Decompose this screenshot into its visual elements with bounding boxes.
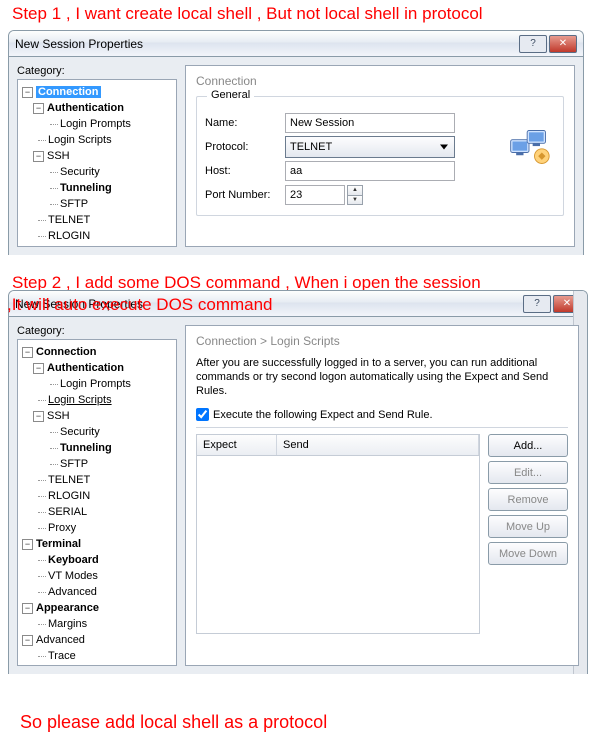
breadcrumb: Connection [196, 74, 564, 88]
execute-checkbox-row[interactable]: Execute the following Expect and Send Ru… [196, 408, 568, 421]
tree-item-sftp[interactable]: SFTP [60, 198, 88, 210]
tree-item-login-prompts[interactable]: Login Prompts [60, 378, 131, 390]
tree-item-advanced-top[interactable]: Advanced [36, 634, 85, 646]
tree-item-connection[interactable]: Connection [36, 86, 101, 98]
tree-item-advanced[interactable]: Advanced [48, 586, 97, 598]
tree-item-sftp[interactable]: SFTP [60, 458, 88, 470]
tree-item-rlogin[interactable]: RLOGIN [48, 490, 90, 502]
moveup-button[interactable]: Move Up [488, 515, 568, 538]
chevron-down-icon [440, 145, 448, 150]
edit-button[interactable]: Edit... [488, 461, 568, 484]
port-label: Port Number: [205, 189, 285, 201]
tree-item-ssh[interactable]: SSH [47, 150, 70, 162]
session-properties-dialog-1: New Session Properties ? ✕ Category: −Co… [8, 30, 584, 255]
breadcrumb: Connection > Login Scripts [196, 334, 568, 348]
category-tree[interactable]: −Connection −Authentication Login Prompt… [17, 79, 177, 247]
grid-body[interactable] [197, 456, 479, 633]
settings-pane: Connection > Login Scripts After you are… [185, 325, 579, 666]
column-expect[interactable]: Expect [197, 435, 277, 455]
help-button[interactable]: ? [519, 35, 547, 53]
tree-item-login-prompts[interactable]: Login Prompts [60, 118, 131, 130]
port-input[interactable]: 23 [285, 185, 345, 205]
tree-item-telnet[interactable]: TELNET [48, 474, 90, 486]
tree-item-proxy[interactable]: Proxy [48, 522, 76, 534]
tree-item-login-scripts[interactable]: Login Scripts [48, 394, 112, 406]
remove-button[interactable]: Remove [488, 488, 568, 511]
help-button[interactable]: ? [523, 295, 551, 313]
execute-checkbox-label: Execute the following Expect and Send Ru… [213, 409, 433, 421]
annotation-conclusion: So please add local shell as a protocol [20, 712, 327, 733]
tree-item-authentication[interactable]: Authentication [47, 102, 124, 114]
movedown-button[interactable]: Move Down [488, 542, 568, 565]
tree-item-terminal[interactable]: Terminal [36, 538, 81, 550]
tree-item-ssh[interactable]: SSH [47, 410, 70, 422]
category-label: Category: [17, 65, 177, 77]
host-label: Host: [205, 165, 285, 177]
column-send[interactable]: Send [277, 435, 479, 455]
close-button[interactable]: ✕ [549, 35, 577, 53]
titlebar[interactable]: New Session Properties ? ✕ [9, 31, 583, 57]
annotation-step2b: ,It will auto execute DOS command [7, 295, 273, 315]
tree-item-login-scripts[interactable]: Login Scripts [48, 134, 112, 146]
network-computers-icon [507, 125, 551, 169]
name-label: Name: [205, 117, 285, 129]
protocol-value: TELNET [290, 141, 332, 153]
description-text: After you are successfully logged in to … [196, 356, 568, 398]
port-spinner[interactable]: ▲▼ [347, 185, 363, 205]
groupbox-title: General [207, 89, 254, 101]
category-label: Category: [17, 325, 177, 337]
tree-item-telnet[interactable]: TELNET [48, 214, 90, 226]
tree-item-trace[interactable]: Trace [48, 650, 76, 662]
name-input[interactable]: New Session [285, 113, 455, 133]
execute-checkbox[interactable] [196, 408, 209, 421]
window-title: New Session Properties [15, 37, 517, 51]
tree-item-tunneling[interactable]: Tunneling [60, 442, 112, 454]
tree-item-authentication[interactable]: Authentication [47, 362, 124, 374]
tree-item-keyboard[interactable]: Keyboard [48, 554, 99, 566]
tree-item-security[interactable]: Security [60, 426, 100, 438]
tree-item-tunneling[interactable]: Tunneling [60, 182, 112, 194]
tree-item-margins[interactable]: Margins [48, 618, 87, 630]
host-input[interactable]: aa [285, 161, 455, 181]
tree-item-vtmodes[interactable]: VT Modes [48, 570, 98, 582]
tree-item-serial[interactable]: SERIAL [48, 506, 87, 518]
separator [196, 427, 568, 428]
tree-item-rlogin[interactable]: RLOGIN [48, 230, 90, 242]
add-button[interactable]: Add... [488, 434, 568, 457]
tree-item-appearance[interactable]: Appearance [36, 602, 99, 614]
expect-send-grid[interactable]: Expect Send [196, 434, 480, 634]
category-tree[interactable]: −Connection −Authentication Login Prompt… [17, 339, 177, 666]
general-groupbox: General Name: New Session Protocol: [196, 96, 564, 216]
protocol-combo[interactable]: TELNET [285, 136, 455, 158]
annotation-step1: Step 1 , I want create local shell , But… [12, 4, 483, 24]
protocol-label: Protocol: [205, 141, 285, 153]
session-properties-dialog-2: New Session Properties ? ✕ Category: −Co… [8, 290, 588, 674]
settings-pane: Connection General Name: New Session [185, 65, 575, 247]
tree-item-security[interactable]: Security [60, 166, 100, 178]
tree-item-connection[interactable]: Connection [36, 346, 97, 358]
